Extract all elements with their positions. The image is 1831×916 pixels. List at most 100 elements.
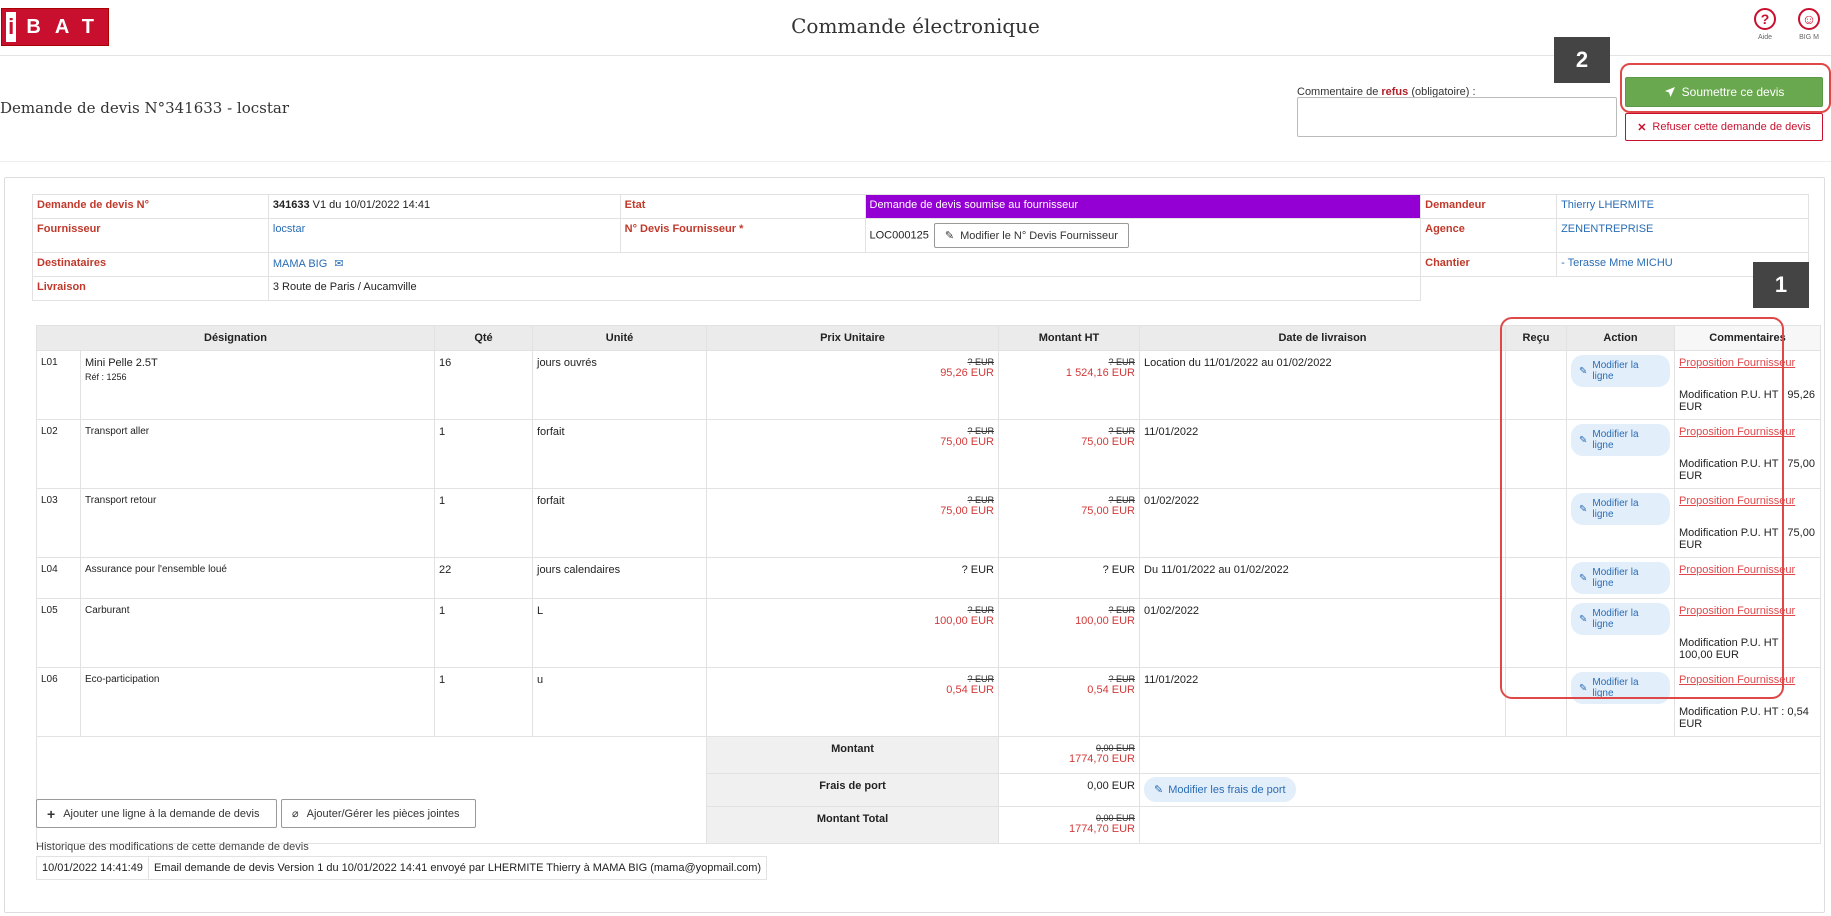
unit-price-cell: ? EUR 75,00 EUR [706, 488, 999, 558]
total-label: Montant Total [706, 806, 999, 844]
pencil-icon: ✎ [944, 230, 955, 242]
refuse-quote-button[interactable]: ✕ Refuser cette demande de devis [1625, 113, 1823, 141]
pencil-icon: ✎ [1579, 613, 1588, 625]
modify-line-button[interactable]: ✎ Modifier la ligne [1571, 603, 1670, 635]
total-old: 0,00 EUR [1095, 813, 1135, 823]
comment-text: Modification P.U. HT : 75,00 EUR [1679, 458, 1815, 482]
livraison-label: Livraison [32, 276, 269, 301]
totals-row-montant: Montant 0,00 EUR 1774,70 EUR [36, 736, 1821, 774]
unit-price-new: 95,26 EUR [940, 367, 994, 379]
amount-new: 75,00 EUR [1081, 505, 1135, 517]
proposition-link[interactable]: Proposition Fournisseur [1679, 495, 1816, 507]
history-date: 10/01/2022 14:41:49 [36, 856, 149, 880]
add-line-button[interactable]: + Ajouter une ligne à la demande de devi… [36, 799, 277, 828]
comment-cell: Proposition Fournisseur Modification P.U.… [1674, 667, 1821, 737]
delivery-date: 01/02/2022 [1139, 598, 1506, 668]
designation: Transport aller [85, 426, 150, 437]
col-designation: Désignation [36, 325, 435, 351]
modify-line-button[interactable]: ✎ Modifier la ligne [1571, 355, 1670, 387]
paperclip-icon: ⌀ [292, 808, 299, 820]
send-icon [1664, 87, 1675, 97]
table-row: L04 Assurance pour l'ensemble loué 22 jours… [36, 557, 1821, 599]
logo-text: BAT [26, 15, 108, 38]
pencil-icon: ✎ [1579, 434, 1588, 446]
modify-port-button[interactable]: ✎ Modifier les frais de port [1144, 777, 1296, 802]
port-action-cell: ✎ Modifier les frais de port [1139, 773, 1821, 807]
quote-info-table: Demande de devis N° 341633 V1 du 10/01/2… [32, 194, 1809, 301]
designation-cell: Transport aller [80, 419, 435, 489]
montant-label: Montant [706, 736, 999, 774]
received-cell [1505, 350, 1567, 420]
demandeur-value[interactable]: Thierry LHERMITE [1556, 194, 1809, 219]
pencil-icon: ✎ [1579, 365, 1588, 377]
proposition-link[interactable]: Proposition Fournisseur [1679, 426, 1816, 438]
comment-text: Modification P.U. HT : 0,54 EUR [1679, 706, 1809, 730]
unit-price-old: ? EUR [967, 426, 994, 436]
attachments-button[interactable]: ⌀ Ajouter/Gérer les pièces jointes [281, 799, 476, 828]
modify-line-label: Modifier la ligne [1592, 567, 1639, 589]
modify-line-button[interactable]: ✎ Modifier la ligne [1571, 424, 1670, 456]
modify-line-button[interactable]: ✎ Modifier la ligne [1571, 672, 1670, 704]
unit-price-new: 75,00 EUR [940, 505, 994, 517]
received-cell [1505, 667, 1567, 737]
agence-label: Agence [1420, 218, 1558, 253]
table-row: L05 Carburant 1 L? EUR 100,00 EUR? EUR 100,00… [36, 598, 1821, 668]
quote-lines-table: Désignation Qté Unité Prix Unitaire Mont… [36, 325, 1821, 844]
col-delivery-date: Date de livraison [1139, 325, 1506, 351]
modify-line-button[interactable]: ✎ Modifier la ligne [1571, 562, 1670, 594]
totals-empty [1139, 736, 1821, 774]
close-icon: ✕ [1637, 121, 1647, 134]
unit-price: ? EUR [961, 564, 994, 576]
delivery-date: 11/01/2022 [1139, 419, 1506, 489]
submit-quote-button[interactable]: Soumettre ce devis [1625, 77, 1823, 107]
port-label: Frais de port [706, 773, 999, 807]
col-unit-price: Prix Unitaire [706, 325, 999, 351]
modify-line-label: Modifier la ligne [1592, 360, 1639, 382]
modify-ndevis-button[interactable]: ✎ Modifier le N° Devis Fournisseur [933, 223, 1129, 248]
unit-price-new: 100,00 EUR [934, 615, 994, 627]
action-cell: ✎ Modifier la ligne [1566, 419, 1675, 489]
comment-text: Modification P.U. HT : 95,26 EUR [1679, 389, 1815, 413]
received-cell [1505, 598, 1567, 668]
proposition-link[interactable]: Proposition Fournisseur [1679, 564, 1816, 576]
proposition-link[interactable]: Proposition Fournisseur [1679, 605, 1816, 617]
fournisseur-label: Fournisseur [32, 218, 269, 253]
history-table: 10/01/2022 14:41:49 Email demande de dev… [36, 856, 768, 880]
unit-price-new: 0,54 EUR [946, 684, 994, 696]
unit: forfait [532, 419, 707, 489]
delivery-date: 01/02/2022 [1139, 488, 1506, 558]
app-title: Commande électronique [791, 14, 1040, 38]
modify-ndevis-label: Modifier le N° Devis Fournisseur [960, 229, 1118, 242]
modify-port-label: Modifier les frais de port [1168, 783, 1286, 796]
unit-price-cell: ? EUR [706, 557, 999, 599]
amount-new: 75,00 EUR [1081, 436, 1135, 448]
modify-line-button[interactable]: ✎ Modifier la ligne [1571, 493, 1670, 525]
destinataires-value[interactable]: MAMA BIG [273, 258, 327, 270]
action-cell: ✎ Modifier la ligne [1566, 350, 1675, 420]
comment-text: Modification P.U. HT : 75,00 EUR [1679, 527, 1815, 551]
envelope-icon[interactable]: ✉ [334, 258, 343, 270]
totals-empty [1139, 806, 1821, 844]
table-row: L01 Mini Pelle 2.5T Réf : 1256 16 jours ouvr… [36, 350, 1821, 420]
amount-old: ? EUR [1108, 674, 1135, 684]
pencil-icon: ✎ [1579, 682, 1588, 694]
user-button[interactable]: ☺ BIG M [1789, 8, 1829, 41]
help-button[interactable]: ? Aide [1745, 8, 1785, 41]
proposition-link[interactable]: Proposition Fournisseur [1679, 674, 1816, 686]
designation-cell: Assurance pour l'ensemble loué [80, 557, 435, 599]
agence-value[interactable]: ZENENTREPRISE [1556, 218, 1809, 253]
ibat-logo[interactable]: i BAT [1, 8, 109, 46]
logo-i: i [6, 12, 17, 42]
refus-comment-input[interactable] [1297, 97, 1617, 137]
qty: 1 [434, 667, 533, 737]
amount-old: ? EUR [1108, 426, 1135, 436]
designation-cell: Mini Pelle 2.5T Réf : 1256 [80, 350, 435, 420]
action-cell: ✎ Modifier la ligne [1566, 598, 1675, 668]
unit: L [532, 598, 707, 668]
fournisseur-value[interactable]: locstar [267, 218, 621, 253]
comment-cell: Proposition Fournisseur Modification P.U.… [1674, 350, 1821, 420]
proposition-link[interactable]: Proposition Fournisseur [1679, 357, 1816, 369]
amount-cell: ? EUR 1 524,16 EUR [998, 350, 1140, 420]
comment-cell: Proposition Fournisseur Modification P.U.… [1674, 419, 1821, 489]
submit-label: Soumettre ce devis [1681, 85, 1785, 99]
